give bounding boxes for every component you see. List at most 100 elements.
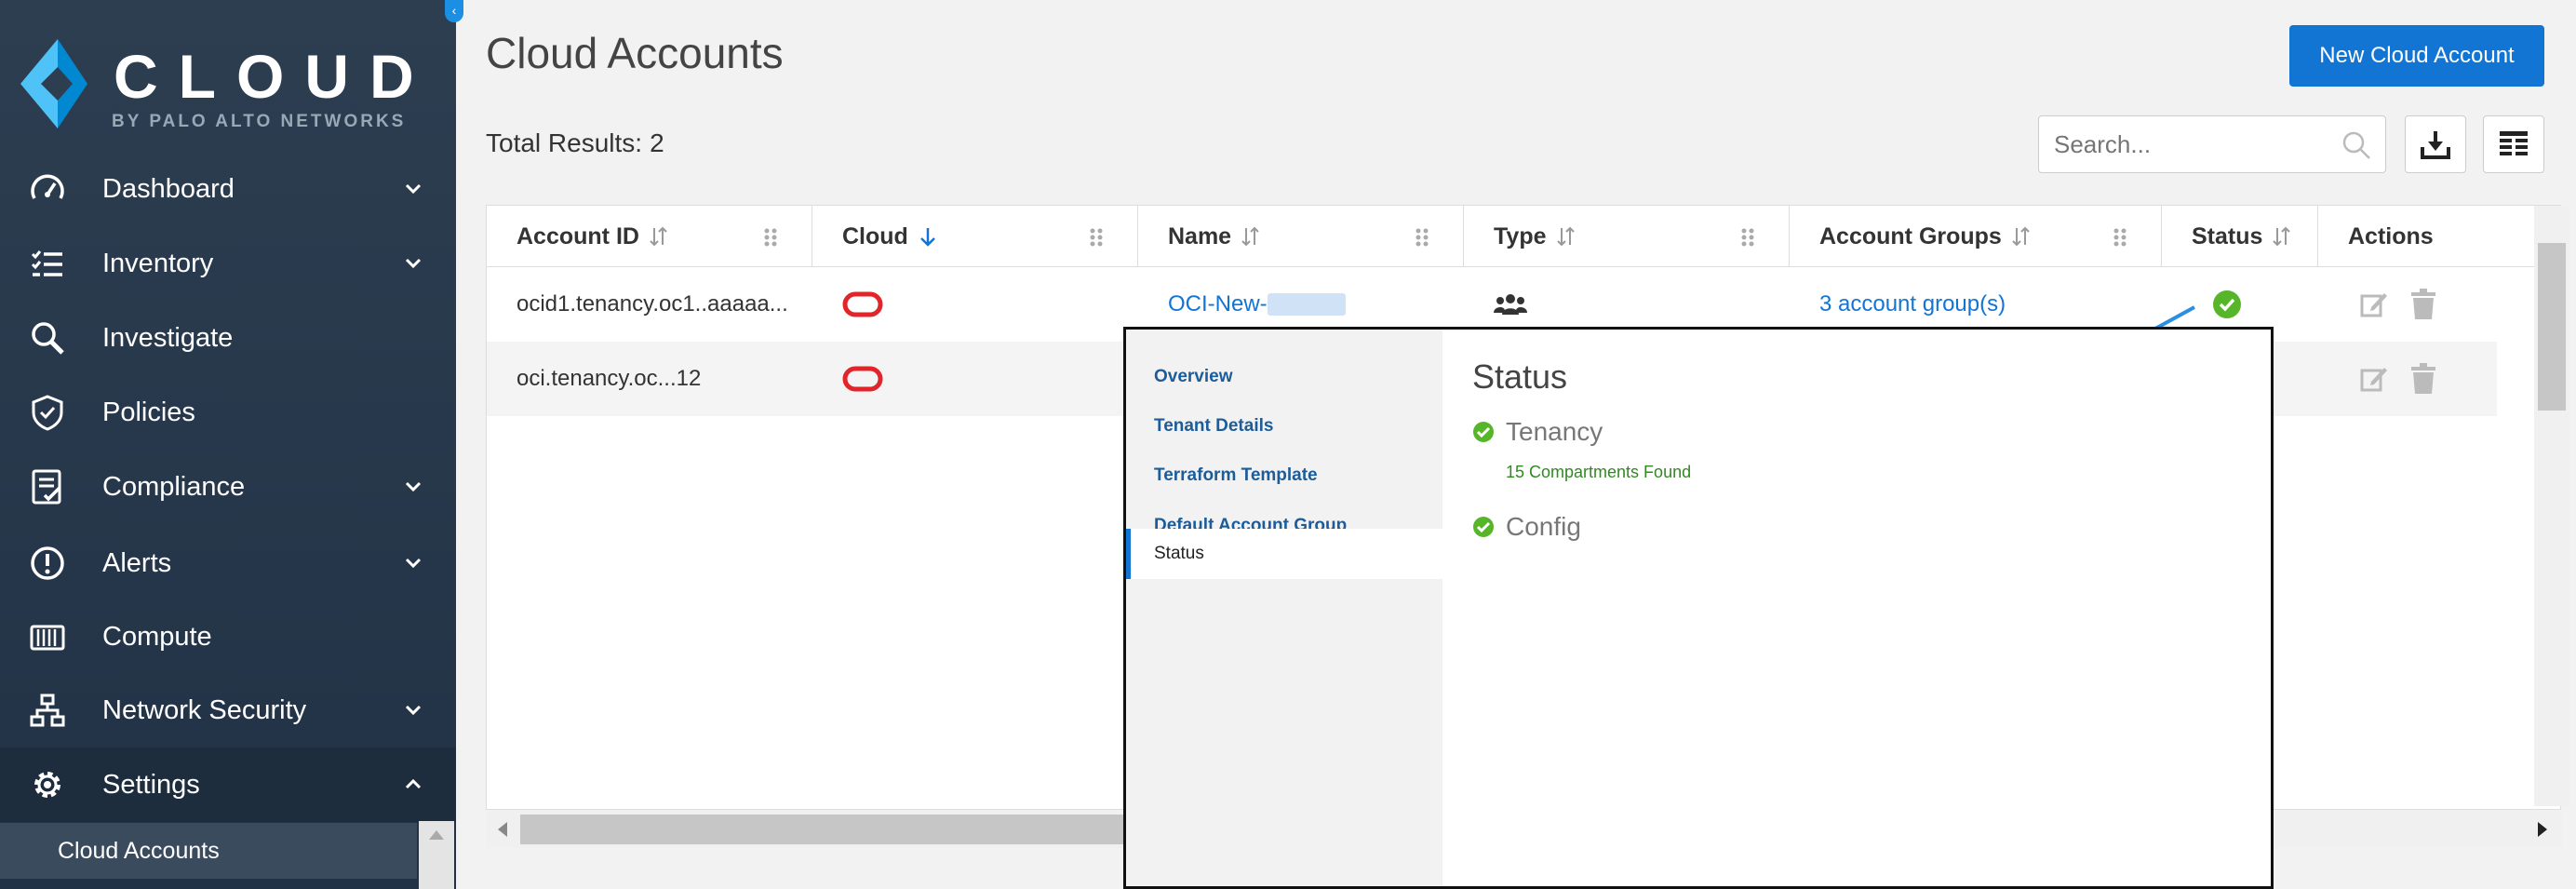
sidebar-item-compute[interactable]: Compute <box>0 599 456 674</box>
scroll-up-icon <box>429 830 444 840</box>
search-box[interactable] <box>2038 115 2386 173</box>
oracle-icon <box>842 291 883 317</box>
chevron-down-icon <box>405 558 422 569</box>
account-name-link[interactable]: OCI-New- <box>1168 291 1268 317</box>
total-results-label: Total Results: <box>486 128 643 157</box>
cell-actions <box>2318 342 2534 416</box>
delete-icon[interactable] <box>2409 289 2437 320</box>
status-check-detail: 15 Compartments Found <box>1506 463 1692 481</box>
column-header-type[interactable]: Type <box>1464 206 1790 267</box>
oracle-icon <box>842 366 883 392</box>
status-ok-icon[interactable] <box>2212 290 2242 319</box>
cell-cloud <box>812 267 1138 342</box>
sidebar-item-label: Policies <box>102 397 195 427</box>
column-header-cloud[interactable]: Cloud <box>812 206 1138 267</box>
sidebar-item-alerts[interactable]: Alerts <box>0 526 456 600</box>
redacted-text <box>1267 293 1346 316</box>
search-icon <box>2342 131 2370 159</box>
search-input[interactable] <box>2054 129 2333 159</box>
popup-content: Status Tenancy 15 Compartments Found Con… <box>1442 330 2271 886</box>
sidebar-item-label: Network Security <box>102 694 307 725</box>
prisma-logo-icon <box>20 39 87 128</box>
drag-handle-icon[interactable] <box>763 228 778 247</box>
logo-word: CLOUD <box>114 42 435 111</box>
total-results: Total Results: 2 <box>486 128 664 158</box>
sort-icon <box>650 226 667 247</box>
drag-handle-icon[interactable] <box>1089 228 1104 247</box>
column-settings-button[interactable] <box>2483 115 2544 173</box>
sidebar-item-investigate[interactable]: Investigate <box>0 301 456 375</box>
scroll-right-icon[interactable] <box>2534 820 2551 839</box>
delete-icon[interactable] <box>2409 363 2437 395</box>
menu-item-status[interactable]: Status <box>1126 529 1442 579</box>
sidebar-item-label: Dashboard <box>102 173 235 204</box>
column-header-name[interactable]: Name <box>1138 206 1464 267</box>
sidebar-item-settings[interactable]: Settings <box>0 748 456 822</box>
column-header-account-groups[interactable]: Account Groups <box>1790 206 2162 267</box>
chevron-down-icon <box>405 183 422 195</box>
column-header-account-id[interactable]: Account ID <box>487 206 812 267</box>
sidebar-item-label: Compliance <box>102 471 246 502</box>
cell-account-id: ocid1.tenancy.oc1..aaaaa... <box>517 291 788 317</box>
success-check-icon <box>1473 517 1494 537</box>
sidebar-item-inventory[interactable]: Inventory <box>0 226 456 301</box>
gear-icon <box>28 765 67 804</box>
container-icon <box>28 617 67 656</box>
magnifier-icon <box>28 318 67 357</box>
edit-icon[interactable] <box>2359 364 2389 394</box>
sidebar: ‹ CLOUD BY PALO ALTO NETWORKS Dashboard … <box>0 0 463 889</box>
group-icon <box>1494 294 1527 315</box>
cell-cloud <box>812 342 1138 416</box>
scroll-thumb[interactable] <box>520 815 1172 844</box>
sidebar-item-label: Inventory <box>102 248 214 278</box>
menu-item-tenant-details[interactable]: Tenant Details <box>1126 401 1442 451</box>
scroll-left-icon[interactable] <box>494 820 511 839</box>
cell-account-id: oci.tenancy.oc...12 <box>517 366 702 391</box>
sort-icon <box>2012 226 2030 247</box>
account-groups-link[interactable]: 3 account group(s) <box>1819 291 2006 317</box>
status-check-config: Config <box>1472 512 1581 542</box>
total-results-value: 2 <box>650 128 664 157</box>
chevron-down-icon <box>405 705 422 716</box>
logo: CLOUD BY PALO ALTO NETWORKS <box>20 37 414 131</box>
scroll-thumb[interactable] <box>2538 243 2566 411</box>
chevron-down-icon <box>405 258 422 269</box>
sidebar-item-label: Alerts <box>102 547 172 578</box>
table-header: Account ID Cloud Name Type Account Group <box>487 206 2562 267</box>
drag-handle-icon[interactable] <box>2113 228 2127 247</box>
sidebar-subitem-cloud-accounts[interactable]: Cloud Accounts <box>0 823 417 879</box>
chevron-up-icon <box>405 778 422 789</box>
sort-icon <box>2273 226 2291 247</box>
edit-icon[interactable] <box>2359 290 2389 319</box>
sidebar-item-compliance[interactable]: Compliance <box>0 450 456 524</box>
speedometer-icon <box>28 169 67 209</box>
drag-handle-icon[interactable] <box>1740 228 1755 247</box>
page-title: Cloud Accounts <box>486 29 784 77</box>
download-icon <box>2421 131 2450 159</box>
menu-item-terraform-template[interactable]: Terraform Template <box>1126 451 1442 501</box>
sort-descending-icon <box>919 228 935 247</box>
download-button[interactable] <box>2405 115 2466 173</box>
network-icon <box>28 691 67 730</box>
sidebar-item-policies[interactable]: Policies <box>0 375 456 450</box>
checklist-icon <box>28 467 67 506</box>
cell-actions <box>2318 267 2534 342</box>
exclamation-circle-icon <box>28 544 67 583</box>
sidebar-item-dashboard[interactable]: Dashboard <box>0 152 456 226</box>
logo-subtitle: BY PALO ALTO NETWORKS <box>112 112 407 131</box>
account-details-popup: Overview Tenant Details Terraform Templa… <box>1123 327 2274 889</box>
new-cloud-account-button[interactable]: New Cloud Account <box>2289 25 2544 87</box>
sort-icon <box>1556 226 1575 247</box>
menu-item-overview[interactable]: Overview <box>1126 352 1442 402</box>
sidebar-scrollbar[interactable] <box>419 821 454 889</box>
column-header-status[interactable]: Status <box>2162 206 2318 267</box>
drag-handle-icon[interactable] <box>1415 228 1429 247</box>
sidebar-subitem-label: Cloud Accounts <box>58 837 220 864</box>
popup-menu: Overview Tenant Details Terraform Templa… <box>1126 330 1442 886</box>
table-vertical-scrollbar[interactable] <box>2534 206 2569 806</box>
sidebar-item-network-security[interactable]: Network Security <box>0 673 456 748</box>
list-check-icon <box>28 244 67 283</box>
columns-icon <box>2500 131 2528 155</box>
chevron-down-icon <box>405 481 422 492</box>
sidebar-item-label: Settings <box>102 769 200 800</box>
